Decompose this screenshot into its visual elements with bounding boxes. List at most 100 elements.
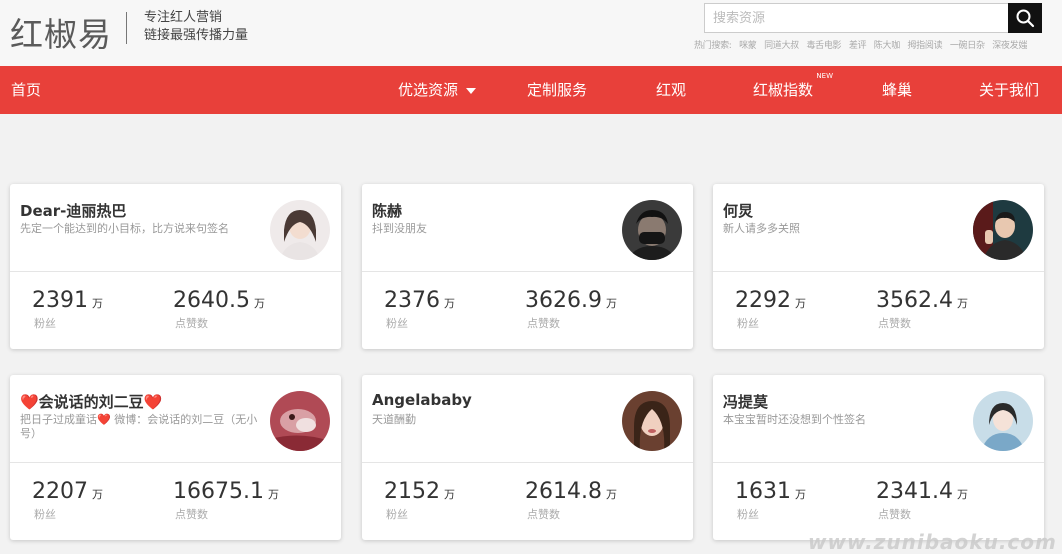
influencer-card[interactable]: 陈赫 抖到没朋友 2376 万 粉丝 3626.9 万 点赞数 — [362, 184, 693, 349]
caret-down-icon — [466, 87, 477, 94]
fans-unit: 万 — [444, 297, 455, 310]
fans-stat: 2391 万 粉丝 — [32, 288, 103, 331]
influencer-card[interactable]: Angelababy 天道酬勤 2152 万 粉丝 2614.8 万 点赞数 — [362, 375, 693, 540]
card-header: Angelababy 天道酬勤 — [362, 375, 693, 463]
hot-term[interactable]: 差评 — [849, 41, 867, 51]
slogan: 专注红人营销 链接最强传播力量 — [144, 9, 248, 45]
search-box — [704, 3, 1009, 33]
fans-count: 1631 — [735, 479, 791, 504]
hot-term[interactable]: 一碗日杂 — [950, 41, 985, 51]
fans-stat: 1631 万 粉丝 — [735, 479, 806, 522]
likes-stat: 3562.4 万 点赞数 — [876, 288, 968, 331]
fans-count: 2376 — [384, 288, 440, 313]
avatar-image — [973, 391, 1033, 451]
likes-count: 2341.4 — [876, 479, 953, 504]
fans-count: 2292 — [735, 288, 791, 313]
influencer-card[interactable]: 何炅 新人请多多关照 2292 万 粉丝 3562.4 万 点赞数 — [713, 184, 1044, 349]
likes-stat: 2341.4 万 点赞数 — [876, 479, 968, 522]
likes-unit: 万 — [605, 488, 617, 501]
fans-count: 2207 — [32, 479, 88, 504]
influencer-card[interactable]: ❤️会说话的刘二豆❤️ 把日子过成童话❤️ 微博：会说话的刘二豆（无小号） 22… — [10, 375, 341, 540]
avatar — [270, 391, 330, 451]
fans-label: 粉丝 — [386, 317, 408, 330]
card-header: ❤️会说话的刘二豆❤️ 把日子过成童话❤️ 微博：会说话的刘二豆（无小号） — [10, 375, 341, 463]
likes-count: 2640.5 — [173, 288, 250, 313]
fans-count: 2152 — [384, 479, 440, 504]
likes-stat: 16675.1 万 点赞数 — [173, 479, 279, 522]
hot-term[interactable]: 毒舌电影 — [806, 41, 841, 51]
influencer-signature: 抖到没朋友 — [372, 222, 427, 235]
hot-label: 热门搜索: — [694, 41, 732, 51]
avatar-image — [270, 200, 330, 260]
likes-stat: 2640.5 万 点赞数 — [173, 288, 265, 331]
fans-stat: 2152 万 粉丝 — [384, 479, 455, 522]
search-button[interactable] — [1008, 3, 1042, 33]
influencer-signature: 天道酬勤 — [372, 413, 416, 426]
logo-divider — [126, 12, 127, 44]
nav-resources[interactable]: 优选资源 — [398, 66, 477, 114]
influencer-signature: 先定一个能达到的小目标，比方说来句签名 — [20, 222, 229, 235]
fans-label: 粉丝 — [737, 508, 759, 521]
nav-hive[interactable]: 蜂巢 — [882, 66, 912, 114]
likes-count: 3626.9 — [525, 288, 602, 313]
avatar-image — [270, 391, 330, 451]
likes-unit: 万 — [956, 297, 968, 310]
slogan-line2: 链接最强传播力量 — [144, 28, 249, 43]
nav-about[interactable]: 关于我们 — [979, 66, 1039, 114]
nav-hongguan[interactable]: 红观 — [656, 66, 686, 114]
card-header: 冯提莫 本宝宝暂时还没想到个性签名 — [713, 375, 1044, 463]
influencer-name: Angelababy — [372, 391, 472, 409]
likes-unit: 万 — [605, 297, 617, 310]
site-logo[interactable]: 红椒易 — [10, 8, 112, 56]
fans-unit: 万 — [444, 488, 455, 501]
card-header: Dear-迪丽热巴 先定一个能达到的小目标，比方说来句签名 — [10, 184, 341, 272]
nav-custom-service[interactable]: 定制服务 — [527, 66, 587, 114]
likes-label: 点赞数 — [175, 508, 208, 521]
influencer-name: 冯提莫 — [723, 393, 769, 411]
avatar — [622, 200, 682, 260]
hot-term[interactable]: 同道大叔 — [764, 41, 799, 51]
avatar — [973, 200, 1033, 260]
influencer-signature: 本宝宝暂时还没想到个性签名 — [723, 413, 866, 426]
fans-label: 粉丝 — [34, 508, 56, 521]
likes-label: 点赞数 — [527, 317, 560, 330]
card-header: 何炅 新人请多多关照 — [713, 184, 1044, 272]
site-header: 红椒易 专注红人营销 链接最强传播力量 热门搜索: 咪蒙 同道大叔 毒舌电影 差… — [0, 0, 1062, 66]
avatar — [622, 391, 682, 451]
influencer-name: 何炅 — [723, 202, 754, 220]
fans-unit: 万 — [795, 297, 806, 310]
influencer-signature: 把日子过成童话❤️ 微博：会说话的刘二豆（无小号） — [20, 413, 258, 440]
influencer-name: 陈赫 — [372, 202, 403, 220]
fans-unit: 万 — [92, 488, 103, 501]
search-input[interactable] — [705, 4, 1008, 32]
card-header: 陈赫 抖到没朋友 — [362, 184, 693, 272]
search-icon — [1016, 9, 1035, 28]
avatar-image — [622, 391, 682, 451]
avatar-image — [973, 200, 1033, 260]
hot-term[interactable]: 深夜发媸 — [992, 41, 1027, 51]
nav-home[interactable]: 首页 — [11, 66, 41, 114]
fans-label: 粉丝 — [386, 508, 408, 521]
hot-term[interactable]: 陈大咖 — [874, 41, 900, 51]
influencer-card[interactable]: 冯提莫 本宝宝暂时还没想到个性签名 1631 万 粉丝 2341.4 万 点赞数 — [713, 375, 1044, 540]
fans-stat: 2207 万 粉丝 — [32, 479, 103, 522]
nav-index[interactable]: 红椒指数 NEW — [753, 66, 833, 114]
fans-unit: 万 — [795, 488, 806, 501]
main-nav: 首页 优选资源 定制服务 红观 红椒指数 NEW 蜂巢 关于我们 — [0, 66, 1062, 114]
hot-term[interactable]: 拇指阅读 — [907, 41, 942, 51]
influencer-card[interactable]: Dear-迪丽热巴 先定一个能达到的小目标，比方说来句签名 2391 万 粉丝 2… — [10, 184, 341, 349]
likes-unit: 万 — [956, 488, 968, 501]
avatar-image — [622, 200, 682, 260]
watermark: www.zunibaoku.com — [808, 530, 1057, 554]
likes-unit: 万 — [267, 488, 279, 501]
slogan-line1: 专注红人营销 — [144, 10, 223, 25]
fans-label: 粉丝 — [34, 317, 56, 330]
fans-stat: 2292 万 粉丝 — [735, 288, 806, 331]
hot-term[interactable]: 咪蒙 — [739, 41, 757, 51]
influencer-signature: 新人请多多关照 — [723, 222, 800, 235]
likes-label: 点赞数 — [878, 317, 911, 330]
hot-searches: 热门搜索: 咪蒙 同道大叔 毒舌电影 差评 陈大咖 拇指阅读 一碗日杂 深夜发媸 — [694, 38, 1032, 51]
avatar — [270, 200, 330, 260]
likes-count: 3562.4 — [876, 288, 953, 313]
fans-unit: 万 — [92, 297, 103, 310]
